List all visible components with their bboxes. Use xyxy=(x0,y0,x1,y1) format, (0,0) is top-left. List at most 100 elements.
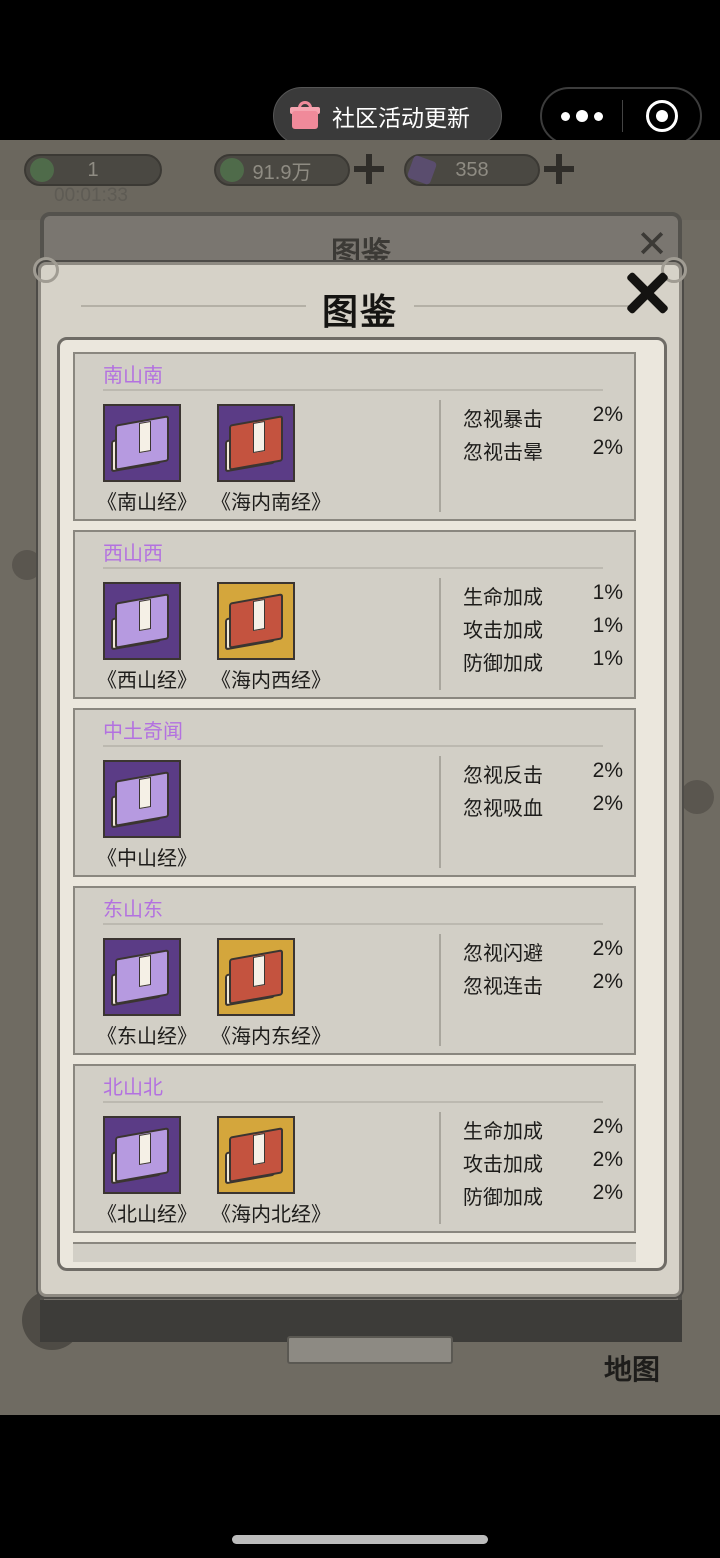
stat-value: 1% xyxy=(592,614,623,637)
stat-label: 防御加成 xyxy=(463,1185,543,1209)
card-divider xyxy=(103,389,603,391)
codex-card[interactable]: 东山东《东山经》 《海内东经》 忽视闪避 2% 忽视连击 2% xyxy=(73,886,636,1055)
stat-value: 1% xyxy=(592,581,623,604)
modal-title: 图鉴 xyxy=(321,292,398,333)
stat-value: 2% xyxy=(592,759,623,782)
book-icon[interactable] xyxy=(217,582,295,660)
stat-label: 防御加成 xyxy=(463,651,543,675)
more-dots-icon[interactable] xyxy=(542,89,622,143)
side-decoration xyxy=(680,780,714,814)
scroll-icon xyxy=(220,158,244,182)
background-button xyxy=(287,1336,453,1364)
book-name: 《海内东经》 xyxy=(211,1024,331,1048)
stat-label: 忽视闪避 xyxy=(463,941,543,965)
stat-row: 防御加成 2% xyxy=(463,1181,623,1214)
stat-row: 攻击加成 1% xyxy=(463,614,623,647)
book-name: 《海内北经》 xyxy=(211,1202,331,1226)
stat-value: 2% xyxy=(592,403,623,426)
stat-value: 2% xyxy=(592,970,623,993)
stat-label: 攻击加成 xyxy=(463,618,543,642)
community-activity-notice[interactable]: 社区活动更新 xyxy=(273,87,502,145)
codex-card[interactable]: 北山北《北山经》 《海内北经》 生命加成 2% 攻击加成 2% 防御加成 2% xyxy=(73,1064,636,1233)
codex-modal: 图鉴 南山南 《南山经》 《海内南经》 忽视暴击 2% 忽视击晕 2% 西山西 《西山经》 《海内… xyxy=(33,257,687,1297)
stat-label: 忽视吸血 xyxy=(463,796,543,820)
codex-list[interactable]: 南山南《南山经》 《海内南经》 忽视暴击 2% 忽视击晕 2% 西山西《西山经》 《海内西经》… xyxy=(57,337,667,1271)
card-divider xyxy=(103,923,603,925)
book-icon[interactable] xyxy=(103,760,181,838)
card-title: 北山北 xyxy=(103,1075,163,1099)
close-x-icon[interactable] xyxy=(623,269,671,317)
stat-label: 攻击加成 xyxy=(463,1152,543,1176)
card-title: 中土奇闻 xyxy=(103,719,183,743)
book-icon[interactable] xyxy=(103,938,181,1016)
miniprogram-menu-capsule xyxy=(540,87,702,145)
book-icon[interactable] xyxy=(103,404,181,482)
stat-row: 忽视击晕 2% xyxy=(463,436,623,469)
resource-1-value: 1 xyxy=(87,158,99,181)
notice-label: 社区活动更新 xyxy=(332,106,470,132)
book-icon[interactable] xyxy=(217,1116,295,1194)
codex-card[interactable]: 中土奇闻 《中山经》 忽视反击 2% 忽视吸血 2% xyxy=(73,708,636,877)
resource-3-value: 358 xyxy=(455,158,489,181)
stat-value: 2% xyxy=(592,937,623,960)
stat-value: 2% xyxy=(592,436,623,459)
stat-row: 防御加成 1% xyxy=(463,647,623,680)
plus-icon[interactable] xyxy=(354,154,384,184)
list-item-peek xyxy=(73,1242,636,1262)
book-name: 《东山经》 xyxy=(97,1024,197,1048)
book-icon[interactable] xyxy=(103,1116,181,1194)
stat-row: 攻击加成 2% xyxy=(463,1148,623,1181)
gift-icon xyxy=(290,101,320,131)
card-title: 西山西 xyxy=(103,541,163,565)
book-icon[interactable] xyxy=(217,938,295,1016)
card-divider xyxy=(103,567,603,569)
stat-row: 忽视连击 2% xyxy=(463,970,623,1003)
stat-row: 生命加成 1% xyxy=(463,581,623,614)
stat-label: 忽视暴击 xyxy=(463,407,543,431)
resource-counter-1: 1 xyxy=(24,154,162,186)
resource-counter-3: 358 xyxy=(404,154,540,186)
stat-row: 忽视吸血 2% xyxy=(463,792,623,825)
stats-divider xyxy=(439,934,441,1046)
book-icon[interactable] xyxy=(103,582,181,660)
book-name: 《北山经》 xyxy=(97,1202,197,1226)
card-divider xyxy=(103,1101,603,1103)
card-title: 东山东 xyxy=(103,897,163,921)
stat-value: 2% xyxy=(592,1181,623,1204)
stat-value: 2% xyxy=(592,1148,623,1171)
background-close-icon: ✕ xyxy=(636,222,668,266)
stat-label: 生命加成 xyxy=(463,585,543,609)
card-title: 南山南 xyxy=(103,363,163,387)
resource-counter-2: 91.9万 xyxy=(214,154,350,186)
book-icon[interactable] xyxy=(217,404,295,482)
book-name: 《中山经》 xyxy=(97,846,197,870)
stat-label: 忽视反击 xyxy=(463,763,543,787)
home-indicator[interactable] xyxy=(232,1535,488,1544)
book-name: 《南山经》 xyxy=(97,490,197,514)
stats-divider xyxy=(439,1112,441,1224)
stat-row: 忽视反击 2% xyxy=(463,759,623,792)
game-timer: 00:01:33 xyxy=(54,185,128,206)
stat-value: 2% xyxy=(592,1115,623,1138)
stat-row: 忽视闪避 2% xyxy=(463,937,623,970)
resource-2-value: 91.9万 xyxy=(252,161,312,184)
card-divider xyxy=(103,745,603,747)
flame-icon xyxy=(30,158,54,182)
map-button[interactable]: 地图 xyxy=(604,1348,660,1388)
corner-ornament xyxy=(33,257,59,283)
book-name: 《海内西经》 xyxy=(211,668,331,692)
stat-row: 忽视暴击 2% xyxy=(463,403,623,436)
target-icon[interactable] xyxy=(623,100,700,132)
stat-label: 生命加成 xyxy=(463,1119,543,1143)
gem-icon xyxy=(406,154,438,186)
stat-label: 忽视连击 xyxy=(463,974,543,998)
book-name: 《海内南经》 xyxy=(211,490,331,514)
stat-value: 1% xyxy=(592,647,623,670)
stat-label: 忽视击晕 xyxy=(463,440,543,464)
codex-card[interactable]: 南山南《南山经》 《海内南经》 忽视暴击 2% 忽视击晕 2% xyxy=(73,352,636,521)
book-name: 《西山经》 xyxy=(97,668,197,692)
plus-icon[interactable] xyxy=(544,154,574,184)
stats-divider xyxy=(439,756,441,868)
stats-divider xyxy=(439,400,441,512)
codex-card[interactable]: 西山西《西山经》 《海内西经》 生命加成 1% 攻击加成 1% 防御加成 1% xyxy=(73,530,636,699)
